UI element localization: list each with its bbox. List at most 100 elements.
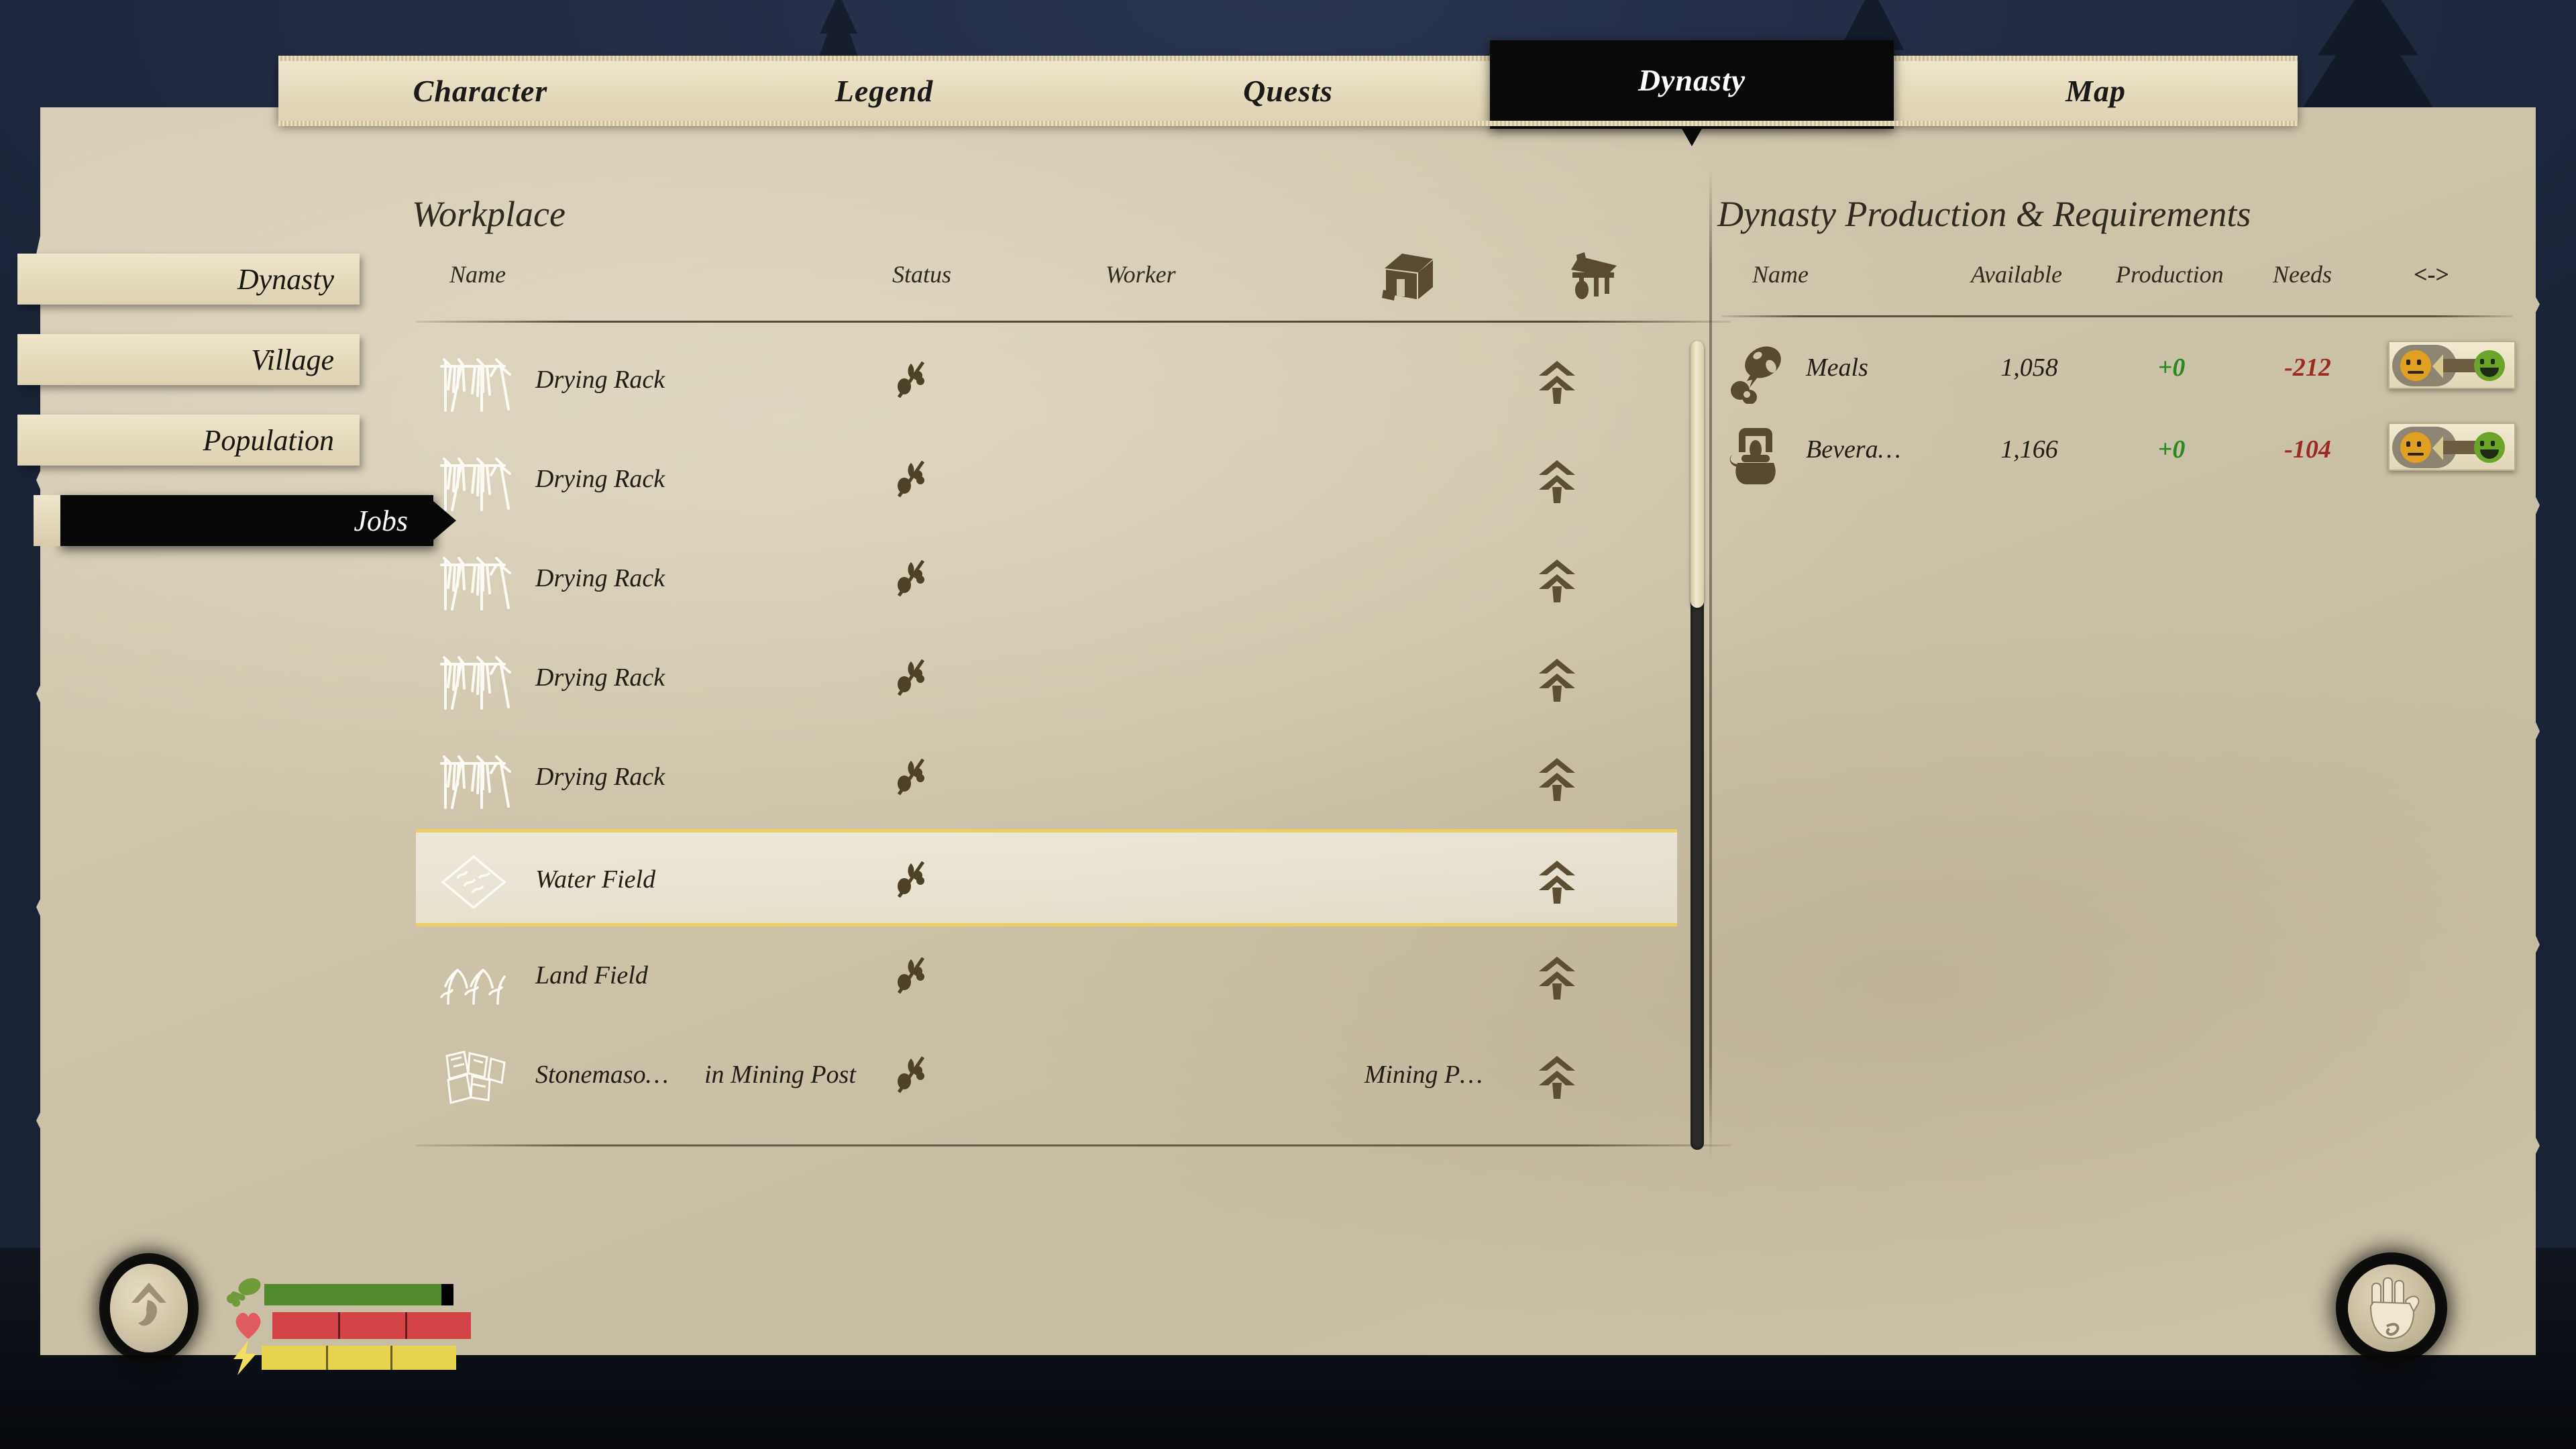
bolt-icon (231, 1340, 260, 1375)
table-row[interactable]: Water Field (416, 829, 1677, 926)
row-name: Drying Rack (535, 366, 665, 394)
dynasty-crest-icon (127, 1280, 170, 1336)
assign-arrow-icon[interactable] (1536, 557, 1578, 607)
table-row[interactable]: Drying Rack (416, 531, 1677, 629)
crop-disabled-icon[interactable] (894, 558, 928, 602)
crop-disabled-icon[interactable] (894, 657, 928, 701)
workplace-title: Workplace (412, 194, 566, 234)
column-header-prod-name: Name (1752, 261, 1809, 288)
tab-legend[interactable]: Legend (682, 59, 1086, 123)
row-name: Drying Rack (535, 763, 665, 791)
water-field-icon (435, 851, 514, 913)
crop-disabled-icon[interactable] (894, 459, 928, 502)
tab-map[interactable]: Map (1894, 59, 2298, 123)
row-name: Water Field (535, 865, 656, 894)
player-status-hud (101, 1248, 517, 1382)
avatar[interactable] (110, 1264, 188, 1352)
column-header-status: Status (892, 261, 952, 288)
table-row[interactable]: Drying Rack (416, 432, 1677, 529)
table-row[interactable]: Land Field (416, 928, 1677, 1026)
drying-rack-icon (435, 451, 514, 513)
land-field-icon (435, 947, 514, 1009)
stamina-bar (264, 1284, 453, 1305)
column-header-toggle: <-> (2414, 261, 2450, 288)
neutral-face-icon (2400, 350, 2431, 381)
resource-name: Bevera… (1806, 435, 1901, 464)
crop-disabled-icon[interactable] (894, 360, 928, 403)
teapot-icon (1727, 424, 1784, 486)
neutral-to-happy-slider[interactable] (2388, 341, 2516, 389)
sidebar-item-jobs[interactable]: Jobs (34, 495, 456, 546)
sidebar-item-village[interactable]: Village (17, 334, 360, 385)
table-row[interactable]: Stonemaso… in Mining Post Mining P… (416, 1028, 1677, 1125)
tab-character[interactable]: Character (278, 59, 682, 123)
crop-disabled-icon[interactable] (894, 955, 928, 999)
production-title: Dynasty Production & Requirements (1717, 194, 2251, 234)
drying-rack-icon (435, 749, 514, 810)
assign-arrow-icon[interactable] (1536, 458, 1578, 508)
meat-icon (227, 1277, 262, 1307)
assign-arrow-icon[interactable] (1536, 1053, 1578, 1104)
row-name: Land Field (535, 961, 648, 989)
resource-available: 1,058 (2000, 354, 2058, 382)
table-row[interactable]: Drying Rack (416, 631, 1677, 728)
stonemason-icon (435, 1046, 514, 1108)
house-icon (1379, 250, 1437, 309)
sidebar-item-dynasty[interactable]: Dynasty (17, 254, 360, 305)
main-tab-bar: Character Legend Quests Dynasty Map (278, 40, 2298, 129)
row-name: Drying Rack (535, 663, 665, 692)
meat-leg-icon (1727, 342, 1784, 405)
sidebar-item-population[interactable]: Population (17, 415, 360, 466)
assign-arrow-icon[interactable] (1536, 755, 1578, 806)
resource-production: +0 (2157, 354, 2186, 382)
assign-arrow-icon[interactable] (1536, 656, 1578, 706)
assign-arrow-icon[interactable] (1536, 954, 1578, 1004)
hand-icon[interactable] (2348, 1265, 2435, 1352)
crop-disabled-icon[interactable] (894, 757, 928, 800)
neutral-to-happy-slider[interactable] (2388, 423, 2516, 471)
drying-rack-icon (435, 649, 514, 711)
energy-bar (262, 1346, 456, 1370)
row-worker: Mining P… (1364, 1061, 1483, 1089)
happy-face-icon (2474, 432, 2505, 463)
production-header-rule (1721, 315, 2513, 317)
production-row[interactable]: Bevera… 1,166 +0 -104 (1717, 416, 2542, 496)
column-header-production: Production (2116, 261, 2224, 288)
assign-arrow-icon[interactable] (1536, 858, 1578, 908)
assign-arrow-icon[interactable] (1536, 358, 1578, 409)
production-row[interactable]: Meals 1,058 +0 -212 (1717, 334, 2542, 415)
row-subtitle: in Mining Post (704, 1061, 856, 1089)
heart-icon (232, 1309, 264, 1340)
resource-available: 1,166 (2000, 435, 2058, 464)
column-header-available: Available (1971, 261, 2062, 288)
column-header-name: Name (449, 261, 506, 288)
column-header-worker: Worker (1106, 261, 1176, 288)
neutral-face-icon (2400, 432, 2431, 463)
happy-face-icon (2474, 350, 2505, 381)
tab-quests[interactable]: Quests (1086, 59, 1490, 123)
resource-production: +0 (2157, 435, 2186, 464)
workplace-scrollbar-thumb[interactable] (1690, 341, 1704, 608)
drying-rack-icon (435, 550, 514, 612)
chevron-left-icon (2432, 436, 2443, 460)
interaction-hud (2348, 1265, 2455, 1372)
health-bar (272, 1312, 471, 1339)
drying-shelter-icon (1564, 250, 1622, 309)
drying-rack-icon (435, 352, 514, 413)
table-row[interactable]: Drying Rack (416, 333, 1677, 430)
crop-disabled-icon[interactable] (894, 1055, 928, 1098)
tab-dynasty[interactable]: Dynasty (1490, 40, 1894, 129)
column-header-needs: Needs (2273, 261, 2332, 288)
table-row[interactable]: Drying Rack (416, 730, 1677, 827)
crop-disabled-icon[interactable] (894, 859, 928, 903)
resource-needs: -104 (2284, 435, 2331, 464)
workplace-header-rule (416, 321, 1731, 323)
workplace-footer-rule (416, 1144, 1731, 1146)
production-column-headers: Name Available Production Needs <-> (1717, 260, 2522, 305)
row-name: Drying Rack (535, 465, 665, 493)
workplace-column-headers: Name Status Worker (412, 252, 1727, 309)
chevron-left-icon (2432, 354, 2443, 378)
resource-needs: -212 (2284, 354, 2331, 382)
row-name: Stonemaso… (535, 1061, 669, 1089)
dynasty-sidebar: Dynasty Village Population Jobs (17, 254, 456, 576)
